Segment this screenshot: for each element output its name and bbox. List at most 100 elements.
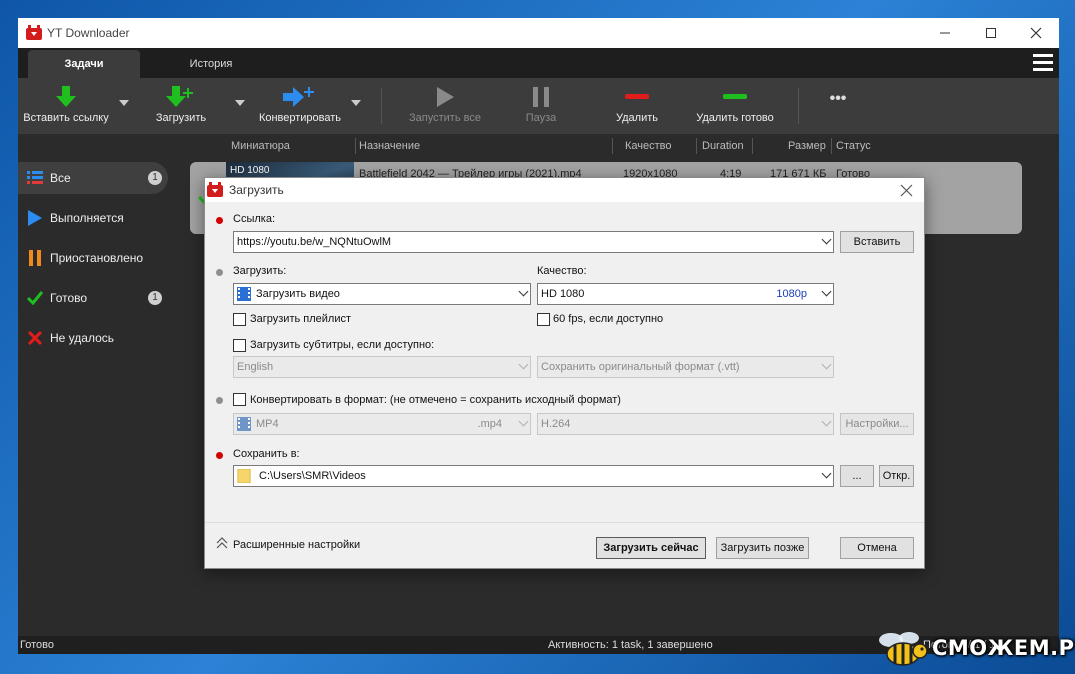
app-logo-icon xyxy=(207,182,223,197)
minimize-icon xyxy=(940,32,950,34)
count-badge: 1 xyxy=(148,171,162,185)
col-duration[interactable]: Duration xyxy=(702,140,744,152)
fps-checkbox[interactable] xyxy=(537,313,550,326)
quality-select[interactable]: HD 1080 1080p xyxy=(537,283,834,305)
subtitle-language-value: English xyxy=(237,361,274,373)
start-all-button[interactable]: Запустить все xyxy=(404,82,486,124)
link-value: https://youtu.be/w_NQNtuOwlM xyxy=(237,236,392,248)
col-thumbnail[interactable]: Миниатюра xyxy=(231,140,290,152)
sidebar-item-label: Приостановлено xyxy=(50,251,144,265)
dialog-title: Загрузить xyxy=(229,183,284,197)
red-minus-icon xyxy=(625,94,649,99)
film-icon xyxy=(237,417,251,431)
download-plus-icon xyxy=(166,86,193,107)
chevron-down-icon xyxy=(821,416,832,427)
column-header: Миниатюра Назначение Качество Duration Р… xyxy=(226,134,1059,158)
close-icon[interactable] xyxy=(898,182,916,200)
advanced-settings-link[interactable]: Расширенные настройки xyxy=(233,539,360,551)
count-badge: 1 xyxy=(148,291,162,305)
cancel-button[interactable]: Отмена xyxy=(840,537,914,559)
sidebar-item-label: Готово xyxy=(50,291,88,305)
paste-link-label: Вставить ссылку xyxy=(23,112,109,124)
subtitle-language-select[interactable]: English xyxy=(233,356,531,378)
convert-dropdown-arrow[interactable] xyxy=(351,100,361,106)
convert-button[interactable]: Конвертировать xyxy=(250,82,350,124)
app-logo-icon xyxy=(26,25,42,40)
save-path-input[interactable]: C:\Users\SMR\Videos xyxy=(233,465,834,487)
chevron-down-icon xyxy=(821,359,832,370)
convert-label: Конвертировать в формат: (не отмечено = … xyxy=(250,394,621,406)
quality-value: HD 1080 xyxy=(541,288,585,300)
chevron-down-icon[interactable] xyxy=(821,468,832,479)
toolbar: Вставить ссылку Загрузить Конвертировать… xyxy=(18,78,1059,134)
download-type-select[interactable]: Загрузить видео xyxy=(233,283,531,305)
paste-dropdown-arrow[interactable] xyxy=(119,100,129,106)
format-value: MP4 xyxy=(256,418,279,430)
sidebar-item-label: Не удалось xyxy=(50,331,115,345)
col-status[interactable]: Статус xyxy=(836,140,871,152)
format-extension: .mp4 xyxy=(477,418,502,430)
link-label: Ссылка: xyxy=(233,213,275,225)
download-button[interactable]: Загрузить xyxy=(150,82,212,124)
close-icon xyxy=(1030,27,1042,39)
delete-button[interactable]: Удалить xyxy=(610,82,664,124)
convert-checkbox[interactable] xyxy=(233,393,246,406)
convert-settings-button[interactable]: Настройки... xyxy=(840,413,914,435)
col-quality[interactable]: Качество xyxy=(625,140,672,152)
play-icon xyxy=(437,87,454,107)
download-label: Загрузить xyxy=(155,112,207,124)
codec-select[interactable]: H.264 xyxy=(537,413,834,435)
tab-tasks[interactable]: Задачи xyxy=(28,50,140,78)
cross-icon xyxy=(28,331,42,345)
required-bullet xyxy=(216,452,223,459)
download-now-button[interactable]: Загрузить сейчас xyxy=(596,537,706,559)
col-size[interactable]: Размер xyxy=(788,140,826,152)
check-icon xyxy=(27,291,43,305)
sidebar-item-label: Выполняется xyxy=(50,211,124,225)
subtitle-format-select[interactable]: Сохранить оригинальный формат (.vtt) xyxy=(537,356,834,378)
chevron-up-icon[interactable] xyxy=(216,537,228,549)
chevron-down-icon[interactable] xyxy=(821,234,832,245)
pause-button[interactable]: Пауза xyxy=(518,82,564,124)
sidebar-item-paused[interactable]: Приостановлено xyxy=(18,242,168,274)
format-select[interactable]: MP4 .mp4 xyxy=(233,413,531,435)
chevron-down-icon[interactable] xyxy=(518,286,529,297)
window-title: YT Downloader xyxy=(47,26,130,40)
start-all-label: Запустить все xyxy=(409,112,481,124)
link-input[interactable]: https://youtu.be/w_NQNtuOwlM xyxy=(233,231,834,253)
title-bar: YT Downloader xyxy=(18,18,1059,48)
maximize-button[interactable] xyxy=(968,18,1014,48)
maximize-icon xyxy=(986,28,996,38)
subtitles-checkbox[interactable] xyxy=(233,339,246,352)
dialog-footer: Расширенные настройки Загрузить сейчас З… xyxy=(205,522,924,568)
folder-icon xyxy=(237,469,251,483)
sidebar-item-all[interactable]: Все 1 xyxy=(18,162,168,194)
col-name[interactable]: Назначение xyxy=(359,140,420,152)
delete-done-label: Удалить готово xyxy=(696,112,774,124)
save-path-value: C:\Users\SMR\Videos xyxy=(259,470,366,482)
more-button[interactable]: ••• xyxy=(818,90,858,108)
delete-done-button[interactable]: Удалить готово xyxy=(690,82,780,124)
optional-bullet xyxy=(216,397,223,404)
green-minus-icon xyxy=(723,94,747,99)
chevron-down-icon[interactable] xyxy=(821,286,832,297)
paste-button[interactable]: Вставить xyxy=(840,231,914,253)
playlist-checkbox[interactable] xyxy=(233,313,246,326)
browse-button[interactable]: ... xyxy=(840,465,874,487)
download-dropdown-arrow[interactable] xyxy=(235,100,245,106)
download-later-button[interactable]: Загрузить позже xyxy=(716,537,809,559)
sidebar-item-failed[interactable]: Не удалось xyxy=(18,322,168,354)
chevron-down-icon xyxy=(518,416,529,427)
dialog-title-bar: Загрузить xyxy=(205,178,924,202)
sidebar-item-running[interactable]: Выполняется xyxy=(18,202,168,234)
pause-icon xyxy=(533,87,549,107)
paste-link-button[interactable]: Вставить ссылку xyxy=(22,82,110,124)
sidebar-item-done[interactable]: Готово 1 xyxy=(18,282,168,314)
tab-history[interactable]: История xyxy=(168,50,254,78)
close-window-button[interactable] xyxy=(1013,18,1059,48)
menu-button[interactable] xyxy=(1033,54,1053,72)
open-folder-button[interactable]: Откр. xyxy=(879,465,914,487)
quality-label: Качество: xyxy=(537,265,587,277)
minimize-button[interactable] xyxy=(922,18,968,48)
sidebar-item-label: Все xyxy=(50,171,71,185)
